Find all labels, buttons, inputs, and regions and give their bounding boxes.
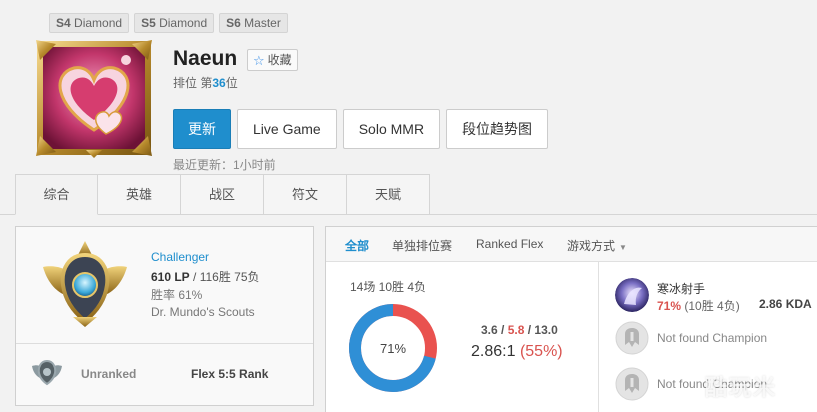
league-name: Dr. Mundo's Scouts (151, 305, 255, 319)
profile-avatar (34, 38, 154, 158)
solo-mmr-button[interactable]: Solo MMR (342, 109, 441, 149)
refresh-button[interactable]: 更新 (173, 109, 231, 149)
season-tag: S6 Master (219, 13, 288, 33)
ashe-portrait-icon (615, 278, 649, 312)
champion-row[interactable]: 寒冰射手 71% (10胜 4负) 2.86 KDA (615, 278, 817, 314)
queue-filter-bar: 全部 单独排位赛 Ranked Flex 游戏方式 ▼ (326, 227, 817, 262)
season-tag: S5 Diamond (134, 13, 215, 33)
unknown-champion-icon (615, 367, 649, 401)
ladder-rank: 排位 第36位 (173, 76, 238, 90)
unknown-champion-icon (615, 321, 649, 355)
flex-rank-section: Unranked Flex 5:5 Rank (16, 344, 313, 406)
filter-all[interactable]: 全部 (345, 237, 369, 254)
champion-name: 寒冰射手 (657, 282, 706, 296)
tier-graph-button[interactable]: 段位趋势图 (446, 109, 549, 149)
lp-record: 610 LP / 116胜 75负 (151, 270, 260, 284)
filter-game-mode[interactable]: 游戏方式 ▼ (567, 237, 627, 254)
last-update: 最近更新：1小时前 (173, 158, 276, 172)
action-buttons: 更新 Live Game Solo MMR 段位趋势图 (173, 109, 549, 149)
challenger-emblem-icon (33, 237, 137, 334)
average-kda: 3.6 / 5.8 / 13.0 (481, 323, 558, 337)
rank-panel: Challenger 610 LP / 116胜 75负 胜率 61% Dr. … (15, 226, 314, 406)
tab-bar: 综合 英雄 战区 符文 天赋 (15, 174, 430, 215)
games-summary: 14场 10胜 4负 (350, 280, 427, 294)
summoner-name: Naeun (173, 47, 238, 70)
favorite-button[interactable]: ☆ 收藏 (247, 49, 298, 71)
solo-rank-section: Challenger 610 LP / 116胜 75负 胜率 61% Dr. … (16, 227, 313, 344)
solo-winrate: 胜率 61% (151, 288, 203, 302)
tab-overview[interactable]: 综合 (15, 174, 98, 215)
flex-queue-label: Flex 5:5 Rank (191, 367, 269, 381)
tab-runes[interactable]: 符文 (264, 174, 347, 215)
filter-flex[interactable]: Ranked Flex (476, 237, 543, 251)
season-tag: S4 Diamond (49, 13, 130, 33)
tier-name[interactable]: Challenger (151, 250, 209, 264)
champion-record: 71% (10胜 4负) (657, 299, 740, 313)
donut-label: 71% (380, 341, 406, 356)
champion-kda: 2.86 KDA (759, 297, 812, 311)
flex-status: Unranked (81, 367, 137, 381)
tab-league[interactable]: 战区 (181, 174, 264, 215)
tab-masteries[interactable]: 天赋 (347, 174, 430, 215)
watermark: 酷玩米 (705, 375, 778, 400)
tab-champions[interactable]: 英雄 (98, 174, 181, 215)
season-tags: S4 Diamond S5 Diamond S6 Master (49, 13, 288, 33)
filter-solo[interactable]: 单独排位赛 (392, 237, 452, 254)
dropdown-caret-icon: ▼ (619, 243, 627, 252)
star-icon: ☆ (253, 52, 265, 68)
champion-row: Not found Champion (615, 321, 817, 357)
kda-ratio: 2.86:1 (55%) (471, 343, 563, 360)
live-game-button[interactable]: Live Game (237, 109, 337, 149)
champion-not-found: Not found Champion (657, 331, 768, 345)
winrate-donut: 71% (346, 301, 440, 400)
unranked-emblem-icon (30, 358, 64, 391)
